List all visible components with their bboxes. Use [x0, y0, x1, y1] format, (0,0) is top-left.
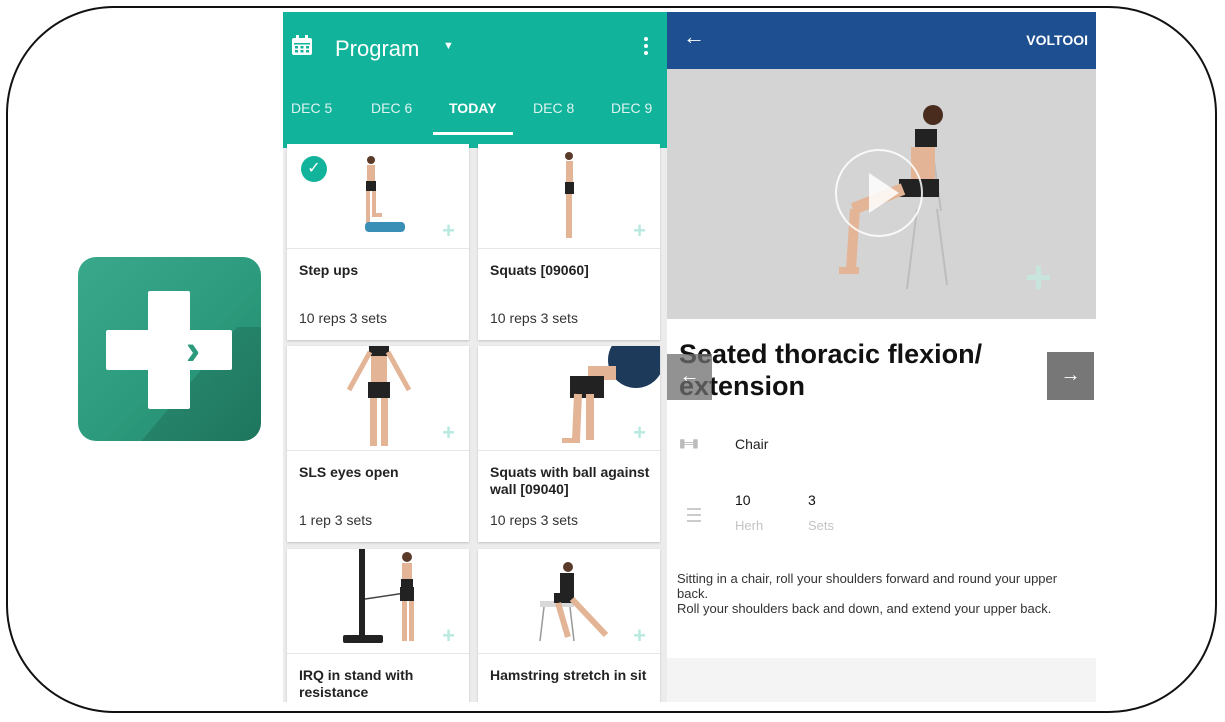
tab-dec-9[interactable]: DEC 9: [611, 100, 652, 116]
squat-figure: [565, 152, 574, 238]
step-up-figure: [365, 156, 405, 232]
exercise-card[interactable]: + SLS eyes open 1 rep 3 sets: [287, 346, 469, 542]
equipment-label: Chair: [735, 436, 769, 452]
exercise-name: Step ups: [299, 262, 359, 278]
reps-value: 10: [735, 492, 751, 508]
detail-footer: [667, 658, 1096, 702]
exercise-card[interactable]: ✓ + Step ups 10 reps 3 sets: [287, 144, 469, 340]
add-plus-icon[interactable]: +: [442, 625, 455, 647]
dropdown-arrow-icon[interactable]: ▼: [443, 40, 454, 52]
add-plus-icon[interactable]: +: [633, 422, 646, 444]
exercise-name: Squats with ball against wall [09040]: [490, 464, 650, 497]
exercise-card[interactable]: + Squats [09060] 10 reps 3 sets: [478, 144, 660, 340]
detail-app-bar: ← VOLTOOI: [667, 12, 1096, 69]
sets-label: Sets: [808, 518, 835, 533]
exercise-card[interactable]: + Squats with ball against wall [09040] …: [478, 346, 660, 542]
exercise-reps: 1 rep 3 sets: [299, 512, 373, 528]
exercise-name: Squats [09060]: [490, 262, 589, 278]
exercise-detail-screen: ← VOLTOOI + Seated thoracic flexion/ ext…: [667, 12, 1096, 702]
overflow-menu-icon[interactable]: [639, 34, 653, 60]
exercise-name: Hamstring stretch in sit: [490, 667, 647, 683]
plus-horizontal-bar: [106, 330, 232, 370]
single-leg-stance-figure: [346, 346, 412, 446]
exercise-reps: 10 reps 3 sets: [490, 310, 578, 326]
list-icon: [679, 504, 701, 524]
date-tabs: DEC 5 DEC 6 TODAY DEC 8 DEC 9: [283, 100, 667, 130]
reps-label: Herh: [735, 518, 764, 533]
add-plus-icon[interactable]: +: [633, 220, 646, 242]
exercise-description: Sitting in a chair, roll your shoulders …: [677, 571, 1058, 616]
hamstring-stretch-figure: [539, 562, 609, 642]
dumbbell-icon: ▮═▮: [679, 436, 699, 450]
exercise-card[interactable]: + IRQ in stand with resistance: [287, 549, 469, 702]
next-arrow-button[interactable]: →: [1047, 352, 1094, 400]
exercise-name: IRQ in stand with resistance: [299, 667, 414, 700]
completed-check-icon[interactable]: ✓: [301, 156, 327, 182]
exercise-reps: 10 reps 3 sets: [299, 310, 387, 326]
complete-button[interactable]: VOLTOOI: [1026, 32, 1088, 48]
prev-arrow-button[interactable]: ←: [667, 354, 712, 400]
exercise-card[interactable]: + Hamstring stretch in sit: [478, 549, 660, 702]
play-button-icon[interactable]: [835, 149, 923, 237]
resistance-band-figure: [343, 549, 414, 643]
tab-today[interactable]: TODAY: [449, 100, 496, 116]
calendar-icon[interactable]: [291, 34, 313, 56]
program-app-bar: Program ▼ DEC 5 DEC 6 TODAY DEC 8 DEC 9: [283, 12, 667, 148]
exercise-title: Seated thoracic flexion/ extension: [679, 339, 983, 401]
tab-dec-5[interactable]: DEC 5: [291, 100, 332, 116]
tab-dec-6[interactable]: DEC 6: [371, 100, 412, 116]
program-screen: Program ▼ DEC 5 DEC 6 TODAY DEC 8 DEC 9 …: [283, 12, 667, 702]
add-plus-icon[interactable]: +: [633, 625, 646, 647]
add-plus-icon[interactable]: +: [442, 422, 455, 444]
add-plus-icon[interactable]: +: [442, 220, 455, 242]
exercise-name: SLS eyes open: [299, 464, 399, 480]
program-title[interactable]: Program: [335, 36, 419, 62]
add-plus-icon[interactable]: +: [1025, 254, 1052, 300]
back-arrow-icon[interactable]: ←: [683, 24, 705, 50]
sets-value: 3: [808, 492, 816, 508]
active-tab-indicator: [433, 132, 513, 135]
exercise-video[interactable]: +: [667, 69, 1096, 319]
exercise-reps: 10 reps 3 sets: [490, 512, 578, 528]
tab-dec-8[interactable]: DEC 8: [533, 100, 574, 116]
plus-chevrons-app-icon: ›››: [78, 257, 261, 441]
